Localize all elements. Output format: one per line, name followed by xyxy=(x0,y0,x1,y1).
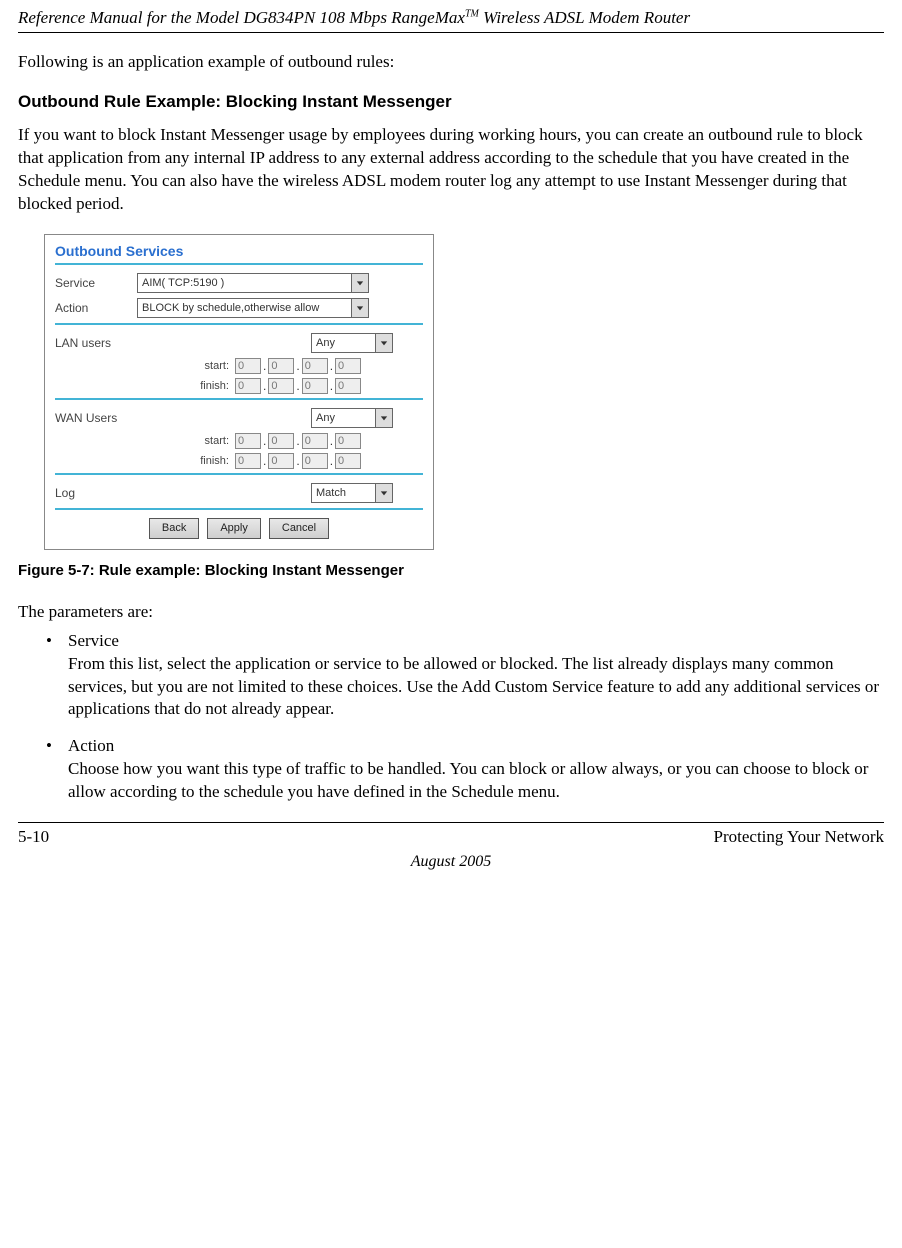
footer-row: 5-10 Protecting Your Network xyxy=(18,827,884,847)
wan-finish-octet-1[interactable] xyxy=(235,453,261,469)
wan-start-octet-1[interactable] xyxy=(235,433,261,449)
wan-start-octet-2[interactable] xyxy=(268,433,294,449)
lan-finish-label: finish: xyxy=(55,380,235,392)
wan-start-label: start: xyxy=(55,435,235,447)
wan-start-octet-4[interactable] xyxy=(335,433,361,449)
footer-section: Protecting Your Network xyxy=(714,827,884,847)
params-intro: The parameters are: xyxy=(18,601,884,624)
lan-finish-octet-1[interactable] xyxy=(235,378,261,394)
lan-finish-octet-4[interactable] xyxy=(335,378,361,394)
param-service-title: Service xyxy=(68,631,119,650)
panel-divider-1 xyxy=(55,323,423,325)
intro-line: Following is an application example of o… xyxy=(18,51,884,74)
lan-finish-octet-2[interactable] xyxy=(268,378,294,394)
param-action-title: Action xyxy=(68,736,114,755)
lan-users-label: LAN users xyxy=(55,336,137,350)
lan-start-octet-1[interactable] xyxy=(235,358,261,374)
wan-finish-row: finish: . . . xyxy=(55,453,423,469)
service-select-value: AIM( TCP:5190 ) xyxy=(138,277,351,289)
action-row: Action BLOCK by schedule,otherwise allow xyxy=(55,298,423,318)
list-item: Service From this list, select the appli… xyxy=(46,630,884,722)
panel-divider-4 xyxy=(55,508,423,510)
wan-users-row: WAN Users Any xyxy=(55,408,423,428)
wan-finish-octet-2[interactable] xyxy=(268,453,294,469)
wan-users-select-value: Any xyxy=(312,412,375,424)
footer-divider xyxy=(18,822,884,823)
section-heading: Outbound Rule Example: Blocking Instant … xyxy=(18,92,884,112)
list-item: Action Choose how you want this type of … xyxy=(46,735,884,804)
header-title-prefix: Reference Manual for the Model DG834PN 1… xyxy=(18,8,465,27)
lan-users-select-value: Any xyxy=(312,337,375,349)
lan-finish-row: finish: . . . xyxy=(55,378,423,394)
service-row: Service AIM( TCP:5190 ) xyxy=(55,273,423,293)
log-label: Log xyxy=(55,486,137,500)
outbound-services-panel: Outbound Services Service AIM( TCP:5190 … xyxy=(44,234,434,550)
cancel-button[interactable]: Cancel xyxy=(269,518,329,539)
lan-start-label: start: xyxy=(55,360,235,372)
action-select-value: BLOCK by schedule,otherwise allow xyxy=(138,302,351,314)
chevron-down-icon xyxy=(375,484,392,502)
header-title-tm: TM xyxy=(465,8,479,19)
panel-divider-top xyxy=(55,263,423,265)
header-title-suffix: Wireless ADSL Modem Router xyxy=(479,8,690,27)
action-label: Action xyxy=(55,301,137,315)
panel-title: Outbound Services xyxy=(55,243,423,259)
chevron-down-icon xyxy=(351,274,368,292)
wan-start-octet-3[interactable] xyxy=(302,433,328,449)
wan-users-select[interactable]: Any xyxy=(311,408,393,428)
wan-users-label: WAN Users xyxy=(55,411,137,425)
lan-users-select[interactable]: Any xyxy=(311,333,393,353)
panel-divider-3 xyxy=(55,473,423,475)
wan-finish-octet-4[interactable] xyxy=(335,453,361,469)
chevron-down-icon xyxy=(375,409,392,427)
action-select[interactable]: BLOCK by schedule,otherwise allow xyxy=(137,298,369,318)
log-row: Log Match xyxy=(55,483,423,503)
lan-users-row: LAN users Any xyxy=(55,333,423,353)
parameters-list: Service From this list, select the appli… xyxy=(18,630,884,805)
button-row: Back Apply Cancel xyxy=(55,518,423,539)
apply-button[interactable]: Apply xyxy=(207,518,261,539)
figure-caption: Figure 5-7: Rule example: Blocking Insta… xyxy=(18,562,884,579)
log-select-value: Match xyxy=(312,487,375,499)
service-label: Service xyxy=(55,276,137,290)
log-select[interactable]: Match xyxy=(311,483,393,503)
page-header: Reference Manual for the Model DG834PN 1… xyxy=(18,8,884,28)
wan-finish-label: finish: xyxy=(55,455,235,467)
lan-start-row: start: . . . xyxy=(55,358,423,374)
wan-finish-octet-3[interactable] xyxy=(302,453,328,469)
header-divider xyxy=(18,32,884,33)
param-service-body: From this list, select the application o… xyxy=(68,654,879,719)
lan-start-octet-2[interactable] xyxy=(268,358,294,374)
service-select[interactable]: AIM( TCP:5190 ) xyxy=(137,273,369,293)
back-button[interactable]: Back xyxy=(149,518,199,539)
wan-start-row: start: . . . xyxy=(55,433,423,449)
param-action-body: Choose how you want this type of traffic… xyxy=(68,759,868,801)
example-paragraph: If you want to block Instant Messenger u… xyxy=(18,124,884,216)
page-number: 5-10 xyxy=(18,827,49,847)
panel-divider-2 xyxy=(55,398,423,400)
lan-start-octet-3[interactable] xyxy=(302,358,328,374)
chevron-down-icon xyxy=(375,334,392,352)
chevron-down-icon xyxy=(351,299,368,317)
lan-start-octet-4[interactable] xyxy=(335,358,361,374)
lan-finish-octet-3[interactable] xyxy=(302,378,328,394)
footer-date: August 2005 xyxy=(18,853,884,871)
